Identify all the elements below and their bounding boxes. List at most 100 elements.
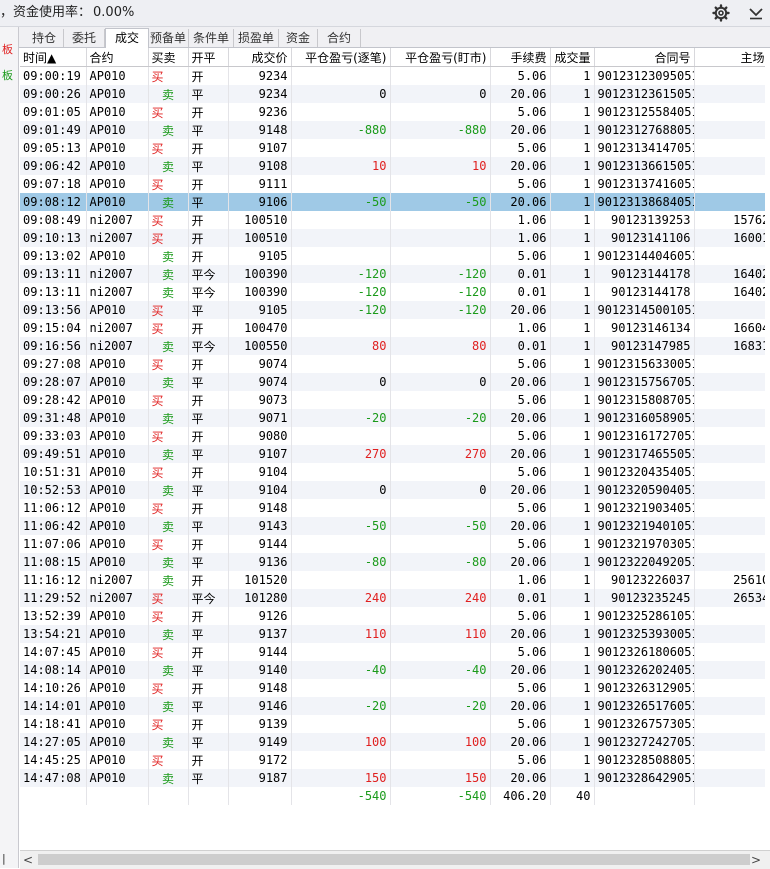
table-row[interactable]: 09:05:13AP010买开9107 5.0619012313414705130…: [20, 139, 765, 157]
column-header-6[interactable]: 平仓盈亏(盯市): [390, 48, 491, 67]
scroll-left-icon[interactable]: <: [20, 851, 36, 869]
tab-1[interactable]: 委托: [64, 29, 105, 47]
table-row[interactable]: 09:13:11 ni2007 卖平今 100390 -120 -120 0.01 1 9012…: [20, 283, 765, 301]
table-row[interactable]: 09:01:05AP010买开9236 5.0619012312558405130…: [20, 103, 765, 121]
table-row[interactable]: 09:01:49 AP010 卖平 9148 -880 -880 20.06 1 9012312…: [20, 121, 765, 139]
tab-0[interactable]: 持仓: [25, 29, 64, 47]
cell-price: 9106: [228, 193, 292, 211]
table-row[interactable]: 11:06:42 AP010 卖平 9143 -50 -50 20.06 1 901232194…: [20, 517, 765, 535]
cell-time: 10:52:53: [20, 481, 87, 499]
table-row[interactable]: 09:13:02AP010卖开9105 5.0619012314404605130…: [20, 247, 765, 265]
table-row[interactable]: 13:54:21 AP010 卖平 9137 110 110 20.06 1 901232539…: [20, 625, 765, 643]
cell-time: 09:00:26: [20, 85, 87, 103]
cell-fee: 5.06: [490, 66, 551, 85]
table-row[interactable]: 09:33:03AP010买开9080 5.0619012316172705130…: [20, 427, 765, 445]
table-row[interactable]: 14:18:41AP010买开9139 5.0619012326757305130…: [20, 715, 765, 733]
table-row[interactable]: 09:13:11 ni2007 卖平今 100390 -120 -120 0.01 1 9012…: [20, 265, 765, 283]
table-row[interactable]: 11:06:12AP010买开9148 5.0619012321903405130…: [20, 499, 765, 517]
total-fee: 406.20: [490, 787, 551, 805]
table-row[interactable]: 09:28:42AP010买开9073 5.0619012315808705130…: [20, 391, 765, 409]
tab-5[interactable]: 损盈单: [234, 29, 279, 47]
table-row[interactable]: 09:15:04 ni2007 买开 100470 1.06 1 90123146134 16…: [20, 319, 765, 337]
table-row[interactable]: 09:08:49 ni2007 买开 100510 1.06 1 90123139253 15…: [20, 211, 765, 229]
table-row[interactable]: 14:27:05 AP010 卖平 9149 100 100 20.06 1 901232724…: [20, 733, 765, 751]
table-row[interactable]: 09:28:07 AP010 卖平 9074 0 0 20.06 1 9012315756705…: [20, 373, 765, 391]
cell-price: 9073: [228, 391, 292, 409]
cell-pnl-trade: [291, 391, 391, 409]
chevron-down-icon[interactable]: [746, 3, 766, 23]
column-header-8[interactable]: 成交量: [550, 48, 595, 67]
cell-price: 9071: [228, 409, 292, 427]
cell-volume: 1: [550, 733, 595, 751]
column-header-5[interactable]: 平仓盈亏(逐笔): [291, 48, 391, 67]
cell-pnl-trade: [291, 319, 391, 337]
column-header-9[interactable]: 合同号: [594, 48, 695, 67]
column-header-7[interactable]: 手续费: [490, 48, 551, 67]
column-header-1[interactable]: 合约: [86, 48, 149, 67]
cell-exchange-no: [694, 661, 765, 679]
cell-time: 09:13:11: [20, 265, 87, 283]
table-row[interactable]: 14:07:45AP010买开9144 5.0619012326180605130…: [20, 643, 765, 661]
table-row[interactable]: 10:51:31AP010买开9104 5.0619012320435405130…: [20, 463, 765, 481]
gear-icon[interactable]: [711, 3, 731, 23]
table-row[interactable]: 14:45:25AP010买开9172 5.0619012328508805130…: [20, 751, 765, 769]
cell-open-close: 平: [188, 625, 229, 643]
tab-3[interactable]: 预备单: [148, 29, 189, 47]
horizontal-scrollbar[interactable]: < >: [20, 850, 770, 869]
table-row[interactable]: 09:13:56 AP010 买平 9105 -120 -120 20.06 1 9012314…: [20, 301, 765, 319]
table-row[interactable]: 09:06:42 AP010 卖平 9108 10 10 20.06 1 90123136615…: [20, 157, 765, 175]
table-row[interactable]: 11:08:15 AP010 卖平 9136 -80 -80 20.06 1 901232204…: [20, 553, 765, 571]
cell-volume: 1: [550, 589, 595, 607]
cell-exchange-no: [694, 301, 765, 319]
cell-contract-no: 901232197030513031750: [594, 535, 695, 553]
cell-price: 9111: [228, 175, 292, 193]
cell-contract-no: 901232059040513028900: [594, 481, 695, 499]
table-row[interactable]: 14:14:01 AP010 卖平 9146 -20 -20 20.06 1 901232651…: [20, 697, 765, 715]
table-header: 时间▲合约买卖开平成交价平仓盈亏(逐笔)平仓盈亏(盯市)手续费成交量合同号主场号: [20, 48, 765, 67]
table-row[interactable]: 10:52:53 AP010 卖平 9104 0 0 20.06 1 9012320590405…: [20, 481, 765, 499]
table-row[interactable]: 11:07:06AP010买开9144 5.0619012321970305130…: [20, 535, 765, 553]
cell-fee: 20.06: [490, 697, 551, 715]
table-row[interactable]: 14:47:08 AP010 卖平 9187 150 150 20.06 1 901232864…: [20, 769, 765, 787]
cell-pnl-trade: 270: [291, 445, 391, 463]
cell-pnl-trade: [291, 139, 391, 157]
scrollbar-thumb[interactable]: [38, 854, 750, 865]
cell-time: 09:01:49: [20, 121, 87, 139]
cell-pnl-trade: [291, 175, 391, 193]
table-row[interactable]: 09:10:13 ni2007 买开 100510 1.06 1 90123141106 16…: [20, 229, 765, 247]
table-row[interactable]: 09:00:19AP010买开9234 5.0619012312309505130…: [20, 66, 765, 85]
cell-open-close: 开: [188, 571, 229, 589]
table-row[interactable]: 09:08:12 AP010 卖平 9106 -50 -50 20.06 1 901231386…: [20, 193, 765, 211]
table-row[interactable]: 09:31:48 AP010 卖平 9071 -20 -20 20.06 1 901231605…: [20, 409, 765, 427]
tab-4[interactable]: 条件单: [189, 29, 234, 47]
cell-open-close: 平今: [188, 265, 229, 283]
cell-time: 09:08:12: [20, 193, 87, 211]
scroll-right-icon[interactable]: >: [748, 851, 764, 869]
table-row[interactable]: 14:10:26AP010买开9148 5.0619012326312905130…: [20, 679, 765, 697]
cell-pnl-mtm: 270: [390, 445, 491, 463]
table-row[interactable]: 11:29:52 ni2007 买平今 101280 240 240 0.01 1 901232…: [20, 589, 765, 607]
column-header-4[interactable]: 成交价: [228, 48, 292, 67]
table-row[interactable]: 09:00:26 AP010 卖平 9234 0 0 20.06 1 9012312361505…: [20, 85, 765, 103]
column-header-3[interactable]: 开平: [188, 48, 229, 67]
cell-price: 9105: [228, 247, 292, 265]
table-row[interactable]: 09:49:51 AP010 卖平 9107 270 270 20.06 1 901231746…: [20, 445, 765, 463]
tab-2[interactable]: 成交: [105, 28, 149, 49]
table-row[interactable]: 14:08:14 AP010 卖平 9140 -40 -40 20.06 1 901232620…: [20, 661, 765, 679]
column-header-10[interactable]: 主场号: [694, 48, 765, 67]
total-volume: 40: [550, 787, 595, 805]
cell-time: 11:29:52: [20, 589, 87, 607]
tab-7[interactable]: 合约: [318, 29, 361, 47]
table-row[interactable]: 13:52:39AP010买开9126 5.0619012325286105130…: [20, 607, 765, 625]
table-row[interactable]: 11:16:12 ni2007 卖开 101520 1.06 1 90123226037 25…: [20, 571, 765, 589]
table-row[interactable]: 09:07:18AP010买开9111 5.0619012313741605130…: [20, 175, 765, 193]
cell-time: 14:18:41: [20, 715, 87, 733]
cell-open-close: 平今: [188, 337, 229, 355]
table-row[interactable]: 09:16:56 ni2007 卖平今 100550 80 80 0.01 1 90123147…: [20, 337, 765, 355]
column-header-0[interactable]: 时间▲: [20, 48, 87, 67]
cell-pnl-trade: [291, 103, 391, 121]
tab-6[interactable]: 资金: [279, 29, 318, 47]
column-header-2[interactable]: 买卖: [148, 48, 189, 67]
table-row[interactable]: 09:27:08AP010买开9074 5.0619012315633005130…: [20, 355, 765, 373]
cell-side: 卖: [148, 373, 189, 391]
